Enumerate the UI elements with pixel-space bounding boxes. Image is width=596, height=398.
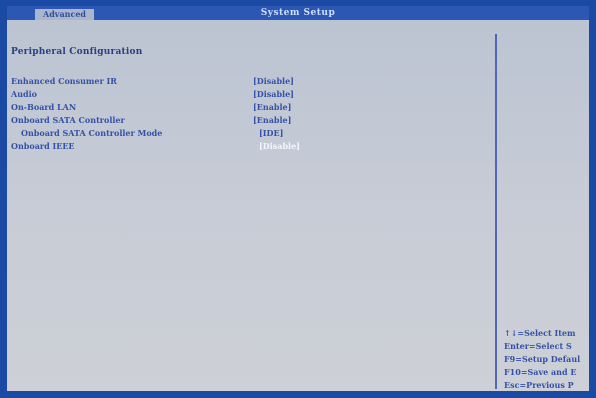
setting-value-audio[interactable]: [Disable]: [253, 89, 294, 100]
setup-title: System Setup: [260, 8, 336, 18]
setting-value-onboard-sata-controller-mode[interactable]: [IDE]: [259, 128, 283, 139]
setting-value-onboard-ieee[interactable]: [Disable]: [259, 141, 300, 152]
help-setup-defaults: F9=Setup Defaul: [504, 354, 581, 364]
setting-value-onboard-sata-controller[interactable]: [Enable]: [253, 115, 291, 126]
setting-label-enhanced-consumer-ir[interactable]: Enhanced Consumer IR: [11, 76, 117, 87]
help-select-item: ↑↓=Select Item: [504, 328, 576, 338]
help-previous-page: Esc=Previous P: [504, 380, 574, 390]
help-enter-select: Enter=Select S: [504, 341, 572, 351]
setting-label-onboard-sata-controller-mode[interactable]: Onboard SATA Controller Mode: [21, 128, 162, 139]
help-pane: ↑↓=Select Item Enter=Select S F9=Setup D…: [499, 20, 589, 391]
settings-pane: Peripheral Configuration Enhanced Consum…: [7, 20, 493, 391]
help-save-and-exit: F10=Save and E: [504, 367, 577, 377]
setting-value-enhanced-consumer-ir[interactable]: [Disable]: [253, 76, 294, 87]
setting-label-audio[interactable]: Audio: [11, 89, 37, 100]
top-bar: Advanced System Setup: [7, 6, 589, 20]
content-area: Peripheral Configuration Enhanced Consum…: [7, 20, 589, 391]
page-title: Peripheral Configuration: [11, 47, 143, 57]
bios-setup-screen: Advanced System Setup Peripheral Configu…: [0, 0, 596, 398]
setting-label-onboard-lan[interactable]: On-Board LAN: [11, 102, 76, 113]
setting-value-onboard-lan[interactable]: [Enable]: [253, 102, 291, 113]
pane-divider: [495, 34, 497, 389]
setting-label-onboard-ieee[interactable]: Onboard IEEE: [11, 141, 75, 152]
setting-label-onboard-sata-controller[interactable]: Onboard SATA Controller: [11, 115, 125, 126]
